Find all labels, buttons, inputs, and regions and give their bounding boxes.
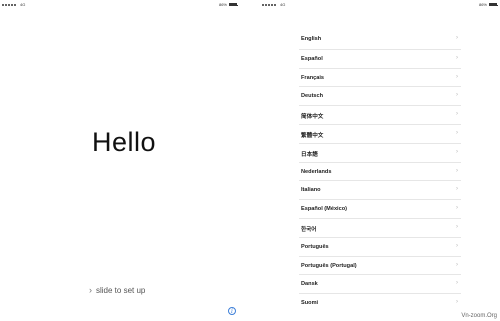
signal-dots-icon — [2, 3, 16, 6]
language-screen: 4G 86% English › Español › Français › Deutsch ›… — [260, 0, 500, 321]
battery-icon — [489, 3, 498, 6]
watermark: Vn-zoom.Org — [461, 313, 497, 319]
language-row[interactable]: Português › — [299, 236, 461, 256]
chevron-right-icon: › — [456, 35, 458, 41]
language-row[interactable]: 한국어 › — [299, 217, 461, 237]
signal-indicator: 4G — [2, 2, 25, 7]
info-icon[interactable]: i — [228, 307, 236, 315]
hello-screen: 4G 86% Hello › slide to set up i — [0, 0, 240, 321]
language-row[interactable]: Dansk › — [299, 274, 461, 293]
language-row[interactable]: English › — [299, 30, 461, 49]
language-label: Suomi — [301, 300, 319, 307]
language-row[interactable]: Français › — [299, 67, 461, 87]
language-label: Italiano — [301, 187, 321, 194]
language-row[interactable]: Suomi › — [299, 293, 461, 312]
chevron-right-icon: › — [456, 129, 458, 136]
chevron-right-icon: › — [456, 205, 458, 212]
language-label: 简体中文 — [301, 114, 324, 121]
hello-greeting: Hello — [92, 127, 157, 157]
language-row[interactable]: 日本語 › — [299, 142, 461, 162]
language-row[interactable]: 简体中文 › — [299, 105, 461, 124]
chevron-right-icon: › — [456, 148, 458, 155]
language-row[interactable]: Português (Portugal) › — [299, 255, 461, 275]
language-label: English — [301, 36, 322, 42]
status-bar: 4G 86% — [0, 0, 240, 9]
carrier-label: 4G — [280, 2, 286, 7]
chevron-right-icon: › — [456, 280, 458, 287]
language-label: Dansk — [301, 281, 318, 288]
slide-to-set-up[interactable]: › slide to set up — [89, 285, 145, 295]
battery-icon — [229, 3, 238, 6]
chevron-right-icon: › — [456, 242, 458, 249]
language-label: Português — [301, 243, 329, 250]
chevron-right-icon: › — [89, 285, 92, 295]
language-row[interactable]: 繁體中文 › — [299, 123, 461, 143]
chevron-right-icon: › — [456, 186, 458, 193]
language-label: Deutsch — [301, 93, 324, 100]
signal-dots-icon — [262, 3, 276, 6]
language-label: 한국어 — [301, 226, 317, 233]
language-row[interactable]: Deutsch › — [299, 86, 461, 105]
language-label: Nederlands — [301, 168, 332, 175]
status-bar: 4G 86% — [260, 0, 500, 9]
battery-indicator: 86% — [218, 2, 238, 7]
chevron-right-icon: › — [456, 54, 458, 61]
battery-fill — [490, 4, 497, 6]
chevron-right-icon: › — [456, 73, 458, 80]
battery-percent: 86% — [478, 2, 487, 7]
chevron-right-icon: › — [456, 92, 458, 99]
language-row[interactable]: Español (México) › — [299, 199, 461, 218]
carrier-label: 4G — [20, 2, 26, 7]
language-label: Español — [301, 55, 323, 62]
language-row[interactable]: Español › — [299, 48, 461, 68]
battery-fill — [230, 4, 237, 6]
language-label: Français — [301, 74, 325, 81]
slide-label: slide to set up — [96, 285, 146, 295]
language-label: 繁體中文 — [301, 132, 324, 139]
chevron-right-icon: › — [456, 111, 458, 118]
chevron-right-icon: › — [456, 223, 458, 230]
language-row[interactable]: Italiano › — [299, 180, 461, 199]
chevron-right-icon: › — [456, 299, 458, 306]
signal-indicator: 4G — [262, 2, 285, 7]
language-label: 日本語 — [301, 151, 318, 158]
battery-indicator: 86% — [478, 2, 498, 7]
chevron-right-icon: › — [456, 167, 458, 174]
language-label: Português (Portugal) — [301, 262, 357, 269]
language-row[interactable]: Nederlands › — [299, 161, 461, 181]
language-list: English › Español › Français › Deutsch › 简体中文 › 繁體… — [299, 30, 461, 312]
language-label: Español (México) — [301, 206, 348, 213]
battery-percent: 86% — [218, 2, 227, 7]
chevron-right-icon: › — [456, 261, 458, 268]
